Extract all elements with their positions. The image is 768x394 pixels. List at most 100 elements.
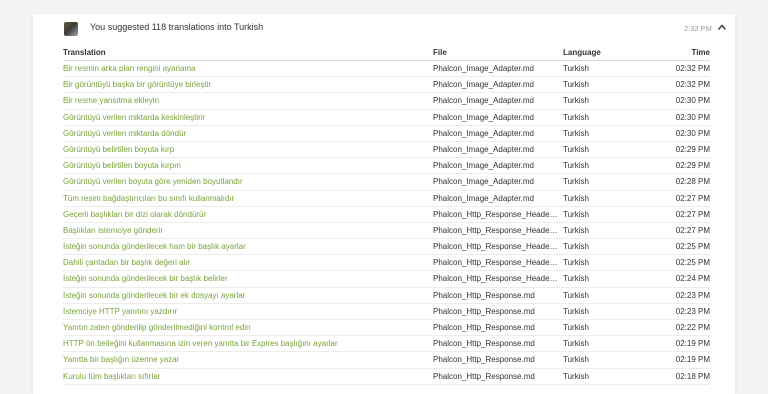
- file-name: Phalcon_Http_Response_Headers.md: [433, 225, 559, 235]
- row-time: 02:27 PM: [675, 193, 710, 203]
- file-name: Phalcon_Image_Adapter.md: [433, 161, 534, 171]
- table-body: Bir resmin arka plan rengini ayarlama Pha…: [63, 61, 710, 385]
- translation-link[interactable]: Başlıkları istemciye gönderir: [63, 226, 423, 235]
- translation-link[interactable]: Bir resme yansıtma ekleyin: [63, 96, 423, 105]
- file-name: Phalcon_Http_Response.md: [433, 290, 535, 300]
- file-name: Phalcon_Image_Adapter.md: [433, 193, 534, 203]
- row-time: 02:32 PM: [675, 80, 710, 90]
- table-row: Yanıtın zaten gönderilip gönderilmediğin…: [63, 320, 710, 337]
- translation-link[interactable]: Bir görüntüyü başka bir görüntüye birleş…: [63, 80, 423, 89]
- translation-link[interactable]: Görüntüyü belirtilen boyuta kırpın: [63, 161, 423, 170]
- translation-link[interactable]: Dahili çantadan bir başlık değeri alır: [63, 258, 423, 267]
- file-name: Phalcon_Image_Adapter.md: [433, 96, 534, 106]
- activity-card: You suggested 118 translations into Turk…: [33, 14, 735, 394]
- row-time: 02:22 PM: [675, 323, 710, 332]
- file-name: Phalcon_Image_Adapter.md: [433, 177, 534, 187]
- translation-link[interactable]: İsteğin sonunda gönderilecek bir ek dosy…: [63, 291, 423, 300]
- translation-link[interactable]: Görüntüyü verilen miktarda keskinleştiri…: [63, 113, 423, 122]
- translation-link[interactable]: Görüntüyü belirtilen boyuta kırp: [63, 145, 423, 154]
- language-name: Turkish: [563, 177, 589, 187]
- translation-link[interactable]: Görüntüyü verilen boyuta göre yeniden bo…: [63, 177, 423, 186]
- row-time: 02:29 PM: [675, 144, 710, 154]
- row-time: 02:25 PM: [675, 258, 710, 268]
- table-row: Bir resmin arka plan rengini ayarlama Pha…: [63, 61, 710, 78]
- row-time: 02:29 PM: [675, 161, 710, 171]
- translations-table: Translation File Language Time Bir resmi…: [63, 45, 710, 385]
- card-header: You suggested 118 translations into Turk…: [33, 14, 735, 44]
- table-row: İsteğin sonunda gönderilecek ham bir baş…: [63, 239, 710, 256]
- file-name: Phalcon_Image_Adapter.md: [433, 80, 534, 90]
- row-time: 02:32 PM: [675, 64, 710, 73]
- chevron-up-icon: [718, 24, 726, 30]
- table-row: Bir görüntüyü başka bir görüntüye birleş…: [63, 77, 710, 94]
- table-row: Görüntüyü belirtilen boyuta kırp Phalcon_…: [63, 142, 710, 159]
- row-time: 02:30 PM: [675, 112, 710, 122]
- language-name: Turkish: [563, 64, 589, 73]
- translation-link[interactable]: Yanıtta bir başlığın üzerine yazar: [63, 355, 423, 364]
- language-name: Turkish: [563, 193, 589, 203]
- language-name: Turkish: [563, 306, 589, 316]
- file-name: Phalcon_Http_Response.md: [433, 371, 535, 381]
- translation-link[interactable]: HTTP ön belleğini kullanmasına izin vere…: [63, 339, 423, 348]
- row-time: 02:30 PM: [675, 128, 710, 138]
- file-name: Phalcon_Http_Response.md: [433, 323, 535, 332]
- language-name: Turkish: [563, 96, 589, 106]
- language-name: Turkish: [563, 258, 589, 268]
- table-header: Translation File Language Time: [63, 45, 710, 61]
- table-row: İsteğin sonunda gönderilecek bir başlık …: [63, 271, 710, 288]
- table-row: Görüntüyü belirtilen boyuta kırpın Phalco…: [63, 158, 710, 175]
- row-time: 02:18 PM: [675, 371, 710, 381]
- file-name: Phalcon_Http_Response.md: [433, 355, 535, 365]
- translation-link[interactable]: İstemciye HTTP yanıtını yazdırır: [63, 307, 423, 316]
- file-name: Phalcon_Http_Response_Headers.md: [433, 242, 559, 252]
- table-row: HTTP ön belleğini kullanmasına izin vere…: [63, 336, 710, 353]
- file-name: Phalcon_Image_Adapter.md: [433, 112, 534, 122]
- column-header-translation: Translation: [63, 48, 106, 57]
- row-time: 02:19 PM: [675, 339, 710, 349]
- file-name: Phalcon_Http_Response_Headers.md: [433, 258, 559, 268]
- language-name: Turkish: [563, 290, 589, 300]
- file-name: Phalcon_Image_Adapter.md: [433, 64, 534, 73]
- language-name: Turkish: [563, 371, 589, 381]
- table-row: Başlıkları istemciye gönderir Phalcon_Htt…: [63, 223, 710, 240]
- translation-link[interactable]: Geçerli başlıkları bir dizi olarak döndü…: [63, 210, 423, 219]
- file-name: Phalcon_Http_Response.md: [433, 339, 535, 349]
- translation-link[interactable]: Kurulu tüm başlıkları sıfırlar: [63, 372, 423, 381]
- file-name: Phalcon_Image_Adapter.md: [433, 128, 534, 138]
- translation-link[interactable]: Yanıtın zaten gönderilip gönderilmediğin…: [63, 323, 423, 332]
- file-name: Phalcon_Image_Adapter.md: [433, 144, 534, 154]
- row-time: 02:23 PM: [675, 290, 710, 300]
- activity-time: 2:32 PM: [684, 24, 712, 33]
- language-name: Turkish: [563, 80, 589, 90]
- language-name: Turkish: [563, 209, 589, 219]
- translation-link[interactable]: Tüm resim bağdaştırıcıları bu sınıfı kul…: [63, 194, 423, 203]
- table-row: Bir resme yansıtma ekleyin Phalcon_Image_…: [63, 93, 710, 110]
- language-name: Turkish: [563, 242, 589, 252]
- column-header-file: File: [433, 48, 447, 57]
- language-name: Turkish: [563, 161, 589, 171]
- translation-link[interactable]: Bir resmin arka plan rengini ayarlama: [63, 64, 423, 73]
- language-name: Turkish: [563, 323, 589, 332]
- table-row: Tüm resim bağdaştırıcıları bu sınıfı kul…: [63, 191, 710, 207]
- collapse-button[interactable]: [716, 21, 728, 33]
- table-row: İstemciye HTTP yanıtını yazdırır Phalcon_…: [63, 304, 710, 320]
- translation-link[interactable]: İsteğin sonunda gönderilecek ham bir baş…: [63, 242, 423, 251]
- language-name: Turkish: [563, 339, 589, 349]
- language-name: Turkish: [563, 128, 589, 138]
- language-name: Turkish: [563, 274, 589, 284]
- row-time: 02:27 PM: [675, 225, 710, 235]
- file-name: Phalcon_Http_Response.md: [433, 306, 535, 316]
- table-row: İsteğin sonunda gönderilecek bir ek dosy…: [63, 288, 710, 304]
- table-row: Kurulu tüm başlıkları sıfırlar Phalcon_Ht…: [63, 369, 710, 385]
- language-name: Turkish: [563, 112, 589, 122]
- language-name: Turkish: [563, 355, 589, 365]
- row-time: 02:24 PM: [675, 274, 710, 284]
- language-name: Turkish: [563, 144, 589, 154]
- translation-link[interactable]: Görüntüyü verilen miktarda döndür: [63, 129, 423, 138]
- row-time: 02:25 PM: [675, 242, 710, 252]
- column-header-language: Language: [563, 48, 601, 57]
- avatar[interactable]: [64, 22, 78, 36]
- activity-title: You suggested 118 translations into Turk…: [90, 22, 264, 32]
- translation-link[interactable]: İsteğin sonunda gönderilecek bir başlık …: [63, 274, 423, 283]
- table-row: Görüntüyü verilen boyuta göre yeniden bo…: [63, 174, 710, 191]
